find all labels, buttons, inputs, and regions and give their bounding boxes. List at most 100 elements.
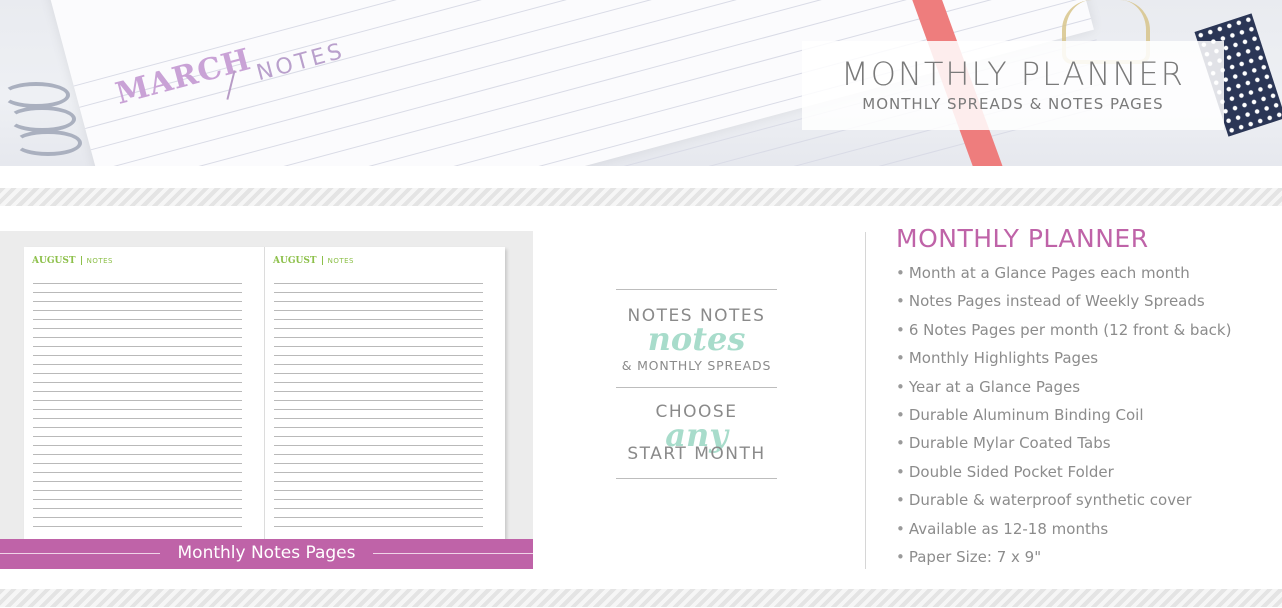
feature-text: Paper Size: 7 x 9"	[908, 547, 1042, 566]
ruled-line	[33, 283, 242, 284]
ruled-line	[274, 517, 483, 518]
ruled-line	[274, 328, 483, 329]
ruled-line	[33, 328, 242, 329]
ruled-line	[274, 301, 483, 302]
ruled-lines	[274, 283, 483, 539]
ruled-line	[274, 283, 483, 284]
ruled-lines	[33, 283, 242, 539]
feature-text: Durable & waterproof synthetic cover	[908, 491, 1192, 510]
ruled-line	[33, 490, 242, 491]
feature-item: • Durable & waterproof synthetic cover	[896, 486, 1276, 514]
notes-preview: AUGUST NOTES AUGUST NOTES	[0, 231, 533, 539]
ruled-line	[274, 499, 483, 500]
bullet-icon: •	[896, 462, 905, 481]
ruled-line	[33, 526, 242, 527]
binding-ring	[2, 82, 70, 108]
ruled-line	[274, 472, 483, 473]
notes-spread-image: AUGUST NOTES AUGUST NOTES	[24, 247, 505, 539]
ruled-line	[33, 382, 242, 383]
hero-subtitle: MONTHLY SPREADS & NOTES PAGES	[862, 95, 1164, 113]
bullet-icon: •	[896, 264, 905, 282]
stripe-divider	[0, 188, 1282, 206]
bullet-icon: •	[896, 547, 905, 566]
badge-rule	[616, 289, 777, 290]
binding-rings-image	[0, 80, 100, 166]
ruled-line	[33, 454, 242, 455]
ruled-line	[33, 346, 242, 347]
feature-text: Double Sided Pocket Folder	[908, 462, 1114, 481]
feature-item: • Notes Pages instead of Weekly Spreads	[896, 287, 1276, 315]
badge-start-month: START MONTH	[627, 444, 766, 464]
feature-item: • Durable Mylar Coated Tabs	[896, 429, 1276, 457]
page-header: AUGUST NOTES	[32, 256, 113, 266]
feature-text: Year at a Glance Pages	[908, 377, 1081, 396]
badge-notes-sub: & MONTHLY SPREADS	[621, 358, 772, 373]
ruled-line	[33, 355, 242, 356]
badge-notes-script: notes	[647, 320, 746, 358]
ruled-line	[274, 310, 483, 311]
ruled-line	[274, 400, 483, 401]
notes-page-right: AUGUST NOTES	[265, 247, 505, 539]
ruled-line	[33, 319, 242, 320]
bullet-icon: •	[896, 320, 905, 339]
badge-rule	[616, 478, 777, 479]
stripe-divider	[0, 589, 1282, 607]
ruled-line	[33, 409, 242, 410]
feature-text: Available as 12-18 months	[908, 519, 1109, 538]
ruled-line	[33, 481, 242, 482]
feature-text: Monthly Highlights Pages	[908, 349, 1099, 368]
notes-page-left: AUGUST NOTES	[24, 247, 264, 539]
ruled-line	[33, 517, 242, 518]
ruled-line	[33, 418, 242, 419]
binding-ring	[14, 130, 82, 156]
bullet-icon: •	[896, 377, 905, 396]
feature-text: Durable Mylar Coated Tabs	[908, 434, 1111, 453]
ruled-line	[274, 526, 483, 527]
page-section: NOTES	[327, 257, 354, 265]
feature-item: • Year at a Glance Pages	[896, 373, 1276, 401]
ruled-line	[274, 418, 483, 419]
bullet-icon: •	[896, 292, 905, 311]
ruled-line	[33, 364, 242, 365]
feature-text: Month at a Glance Pages each month	[908, 264, 1190, 282]
features-list: • Month at a Glance Pages each month • Not…	[896, 259, 1276, 571]
ruled-line	[33, 373, 242, 374]
ruled-line	[274, 373, 483, 374]
feature-item: • Paper Size: 7 x 9"	[896, 543, 1276, 571]
page-section: NOTES	[86, 257, 113, 265]
ruled-line	[33, 301, 242, 302]
feature-item: • 6 Notes Pages per month (12 front & bac…	[896, 316, 1276, 344]
feature-text: Notes Pages instead of Weekly Spreads	[908, 292, 1205, 311]
bullet-icon: •	[896, 349, 905, 368]
ruled-line	[274, 463, 483, 464]
features-heading: MONTHLY PLANNER	[896, 224, 1149, 253]
ruled-line	[274, 364, 483, 365]
feature-item: • Monthly Highlights Pages	[896, 344, 1276, 372]
ruled-line	[33, 499, 242, 500]
page-header: AUGUST NOTES	[273, 256, 354, 266]
bullet-icon: •	[896, 434, 905, 453]
feature-text: Durable Aluminum Binding Coil	[908, 405, 1144, 424]
ruled-line	[274, 409, 483, 410]
feature-item: • Durable Aluminum Binding Coil	[896, 401, 1276, 429]
ruled-line	[274, 319, 483, 320]
ruled-line	[274, 454, 483, 455]
page-month: AUGUST	[32, 256, 76, 266]
hero-title-box: MONTHLY PLANNER MONTHLY SPREADS & NOTES …	[802, 41, 1224, 130]
ruled-line	[33, 310, 242, 311]
ruled-line	[33, 436, 242, 437]
badge-rule	[616, 387, 777, 388]
feature-item: • Available as 12-18 months	[896, 515, 1276, 543]
vertical-divider	[865, 232, 866, 569]
page-month: AUGUST	[273, 256, 317, 266]
feature-item: • Double Sided Pocket Folder	[896, 458, 1276, 486]
feature-badge: NOTES NOTES notes & MONTHLY SPREADS CHOO…	[616, 289, 777, 501]
ruled-line	[33, 400, 242, 401]
ruled-line	[274, 382, 483, 383]
ruled-line	[274, 292, 483, 293]
ruled-line	[274, 481, 483, 482]
binding-ring	[8, 106, 76, 132]
feature-text: 6 Notes Pages per month (12 front & back…	[908, 320, 1232, 339]
ruled-line	[33, 445, 242, 446]
ruled-line	[33, 337, 242, 338]
